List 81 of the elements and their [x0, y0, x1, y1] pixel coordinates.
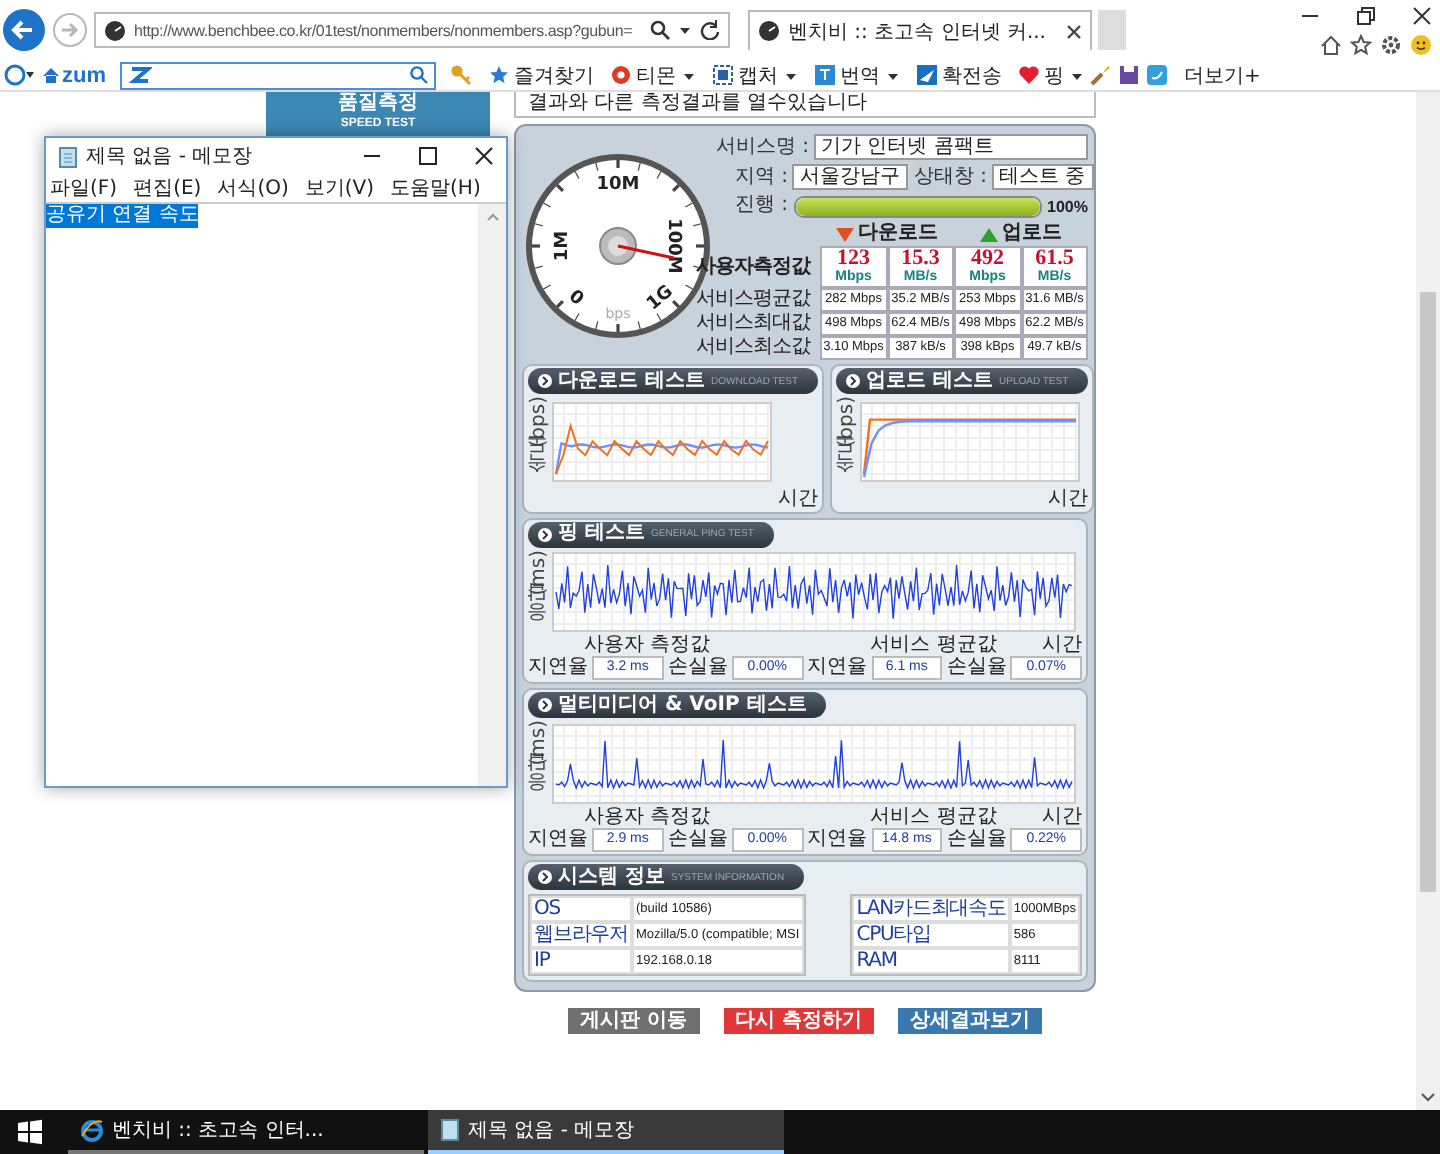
stat-label: 손실율	[667, 828, 728, 853]
stat-label: 지연율	[528, 828, 588, 853]
progress-reading: 100%	[1047, 197, 1088, 215]
url-text: http://www.benchbee.co.kr/01test/nonmembers/nonmembers.asp?gubun=	[134, 21, 635, 39]
logo-text: zum	[62, 63, 106, 87]
menu-item[interactable]: 도움말(H)	[390, 174, 481, 202]
zum-logo[interactable]: zum	[42, 63, 106, 87]
gauge-label: 1M	[552, 230, 573, 262]
field-value: 서울강남구	[792, 164, 908, 190]
address-bar[interactable]: http://www.benchbee.co.kr/01test/nonmembers/nonmembers.asp?gubun=	[94, 12, 730, 48]
axis-label: 시간	[778, 487, 819, 510]
field-value: 테스트 중	[991, 164, 1094, 190]
result-value: 123	[837, 248, 870, 270]
stat-label: 손실율	[946, 656, 1007, 681]
stat-label: 지연율	[807, 828, 867, 853]
taskbar-item[interactable]: 벤치비 :: 초고속 인터...	[68, 1110, 424, 1154]
notice-text: 결과와 다른 측정결과를 열수있습니다	[514, 92, 1096, 118]
info-label: OS	[530, 896, 633, 923]
axis-label: 응답(ms)	[528, 549, 550, 635]
row-label: 서비스최대값	[696, 312, 813, 336]
toolbar-item[interactable]: 캡처	[712, 61, 778, 89]
field-label: 서비스명 :	[716, 135, 810, 159]
column-header: 업로드	[954, 222, 1088, 246]
axis-label: 시간	[1042, 634, 1082, 657]
result-value: 15.3	[901, 248, 940, 270]
field-label: 진행 :	[732, 194, 788, 218]
column-header: 다운로드	[820, 222, 954, 246]
toolbar-item[interactable]: 핑	[1018, 61, 1064, 89]
caption-text: 서비스 평균값	[870, 634, 997, 657]
caption-text: 사용자 측정값	[584, 634, 711, 657]
menu-item[interactable]: 보기(V)	[304, 174, 375, 202]
toolbar-item[interactable]: 확전송	[916, 61, 1002, 89]
stat-label: 손실율	[946, 828, 1007, 853]
info-label: CPU타입	[852, 922, 1010, 949]
gauge-label: 1G	[643, 282, 678, 316]
toolbar-item[interactable]: 티몬	[610, 61, 676, 89]
tab-title: 벤치비 :: 초고속 인터넷 커...	[788, 19, 1048, 45]
axis-label: 속도(bps)	[836, 396, 859, 488]
stat-label: 손실율	[667, 656, 728, 681]
more-link[interactable]: 더보기+	[1184, 61, 1261, 89]
axis-label: 속도(bps)	[528, 396, 550, 488]
toolbar-item[interactable]: 번역	[814, 61, 880, 89]
field-label: 지역 :	[732, 165, 788, 189]
axis-label: 시간	[1048, 487, 1089, 510]
menu-item[interactable]: 서식(O)	[217, 174, 289, 202]
row-label: 서비스최소값	[696, 336, 813, 360]
taskbar-item[interactable]: 제목 없음 - 메모장	[428, 1110, 784, 1154]
menu-item[interactable]: 파일(F)	[50, 174, 118, 202]
field-label: 상태창 :	[914, 165, 988, 189]
gauge-label: 100M	[663, 218, 684, 274]
stat-label: 지연율	[528, 656, 588, 681]
toolbar-item[interactable]: 즐겨찾기	[488, 61, 594, 89]
section-title: 멀티미디어 & VoIP 테스트	[558, 693, 807, 718]
action-button[interactable]: 상세결과보기	[897, 1008, 1042, 1035]
info-label: 웹브라우저	[530, 922, 633, 949]
result-value: 61.5	[1035, 248, 1074, 270]
result-value: 492	[971, 248, 1004, 270]
section-title: 핑 테스트	[558, 522, 645, 547]
action-button[interactable]: 다시 측정하기	[723, 1008, 874, 1035]
text-content: 공유기 연결 속도	[46, 204, 199, 228]
section-title: 업로드 테스트	[866, 369, 993, 393]
axis-label: 시간	[1042, 806, 1082, 829]
info-label: LAN카드최대속도	[852, 896, 1010, 923]
menu-item[interactable]: 편집(E)	[133, 174, 202, 202]
banner-title: 품질측정	[338, 92, 418, 116]
field-value: 기가 인터넷 콤팩트	[813, 134, 1088, 160]
gauge-label: 0	[564, 287, 587, 311]
browser-tab[interactable]: 벤치비 :: 초고속 인터넷 커...	[748, 10, 1092, 50]
axis-label: 응답(ms)	[528, 720, 550, 807]
info-label: RAM	[852, 948, 1010, 975]
stat-label: 지연율	[807, 656, 867, 681]
section-title: 다운로드 테스트	[558, 369, 705, 393]
caption-text: 사용자 측정값	[584, 806, 711, 829]
info-label: IP	[530, 948, 633, 975]
window-title: 제목 없음 - 메모장	[86, 144, 253, 170]
row-label: 서비스평균값	[696, 288, 813, 312]
action-button[interactable]: 게시판 이동	[568, 1008, 699, 1035]
caption-text: 서비스 평균값	[870, 806, 997, 829]
section-title: 시스템 정보	[558, 865, 665, 890]
gauge-label: 10M	[596, 174, 640, 195]
text-area[interactable]: 공유기 연결 속도	[46, 202, 506, 786]
